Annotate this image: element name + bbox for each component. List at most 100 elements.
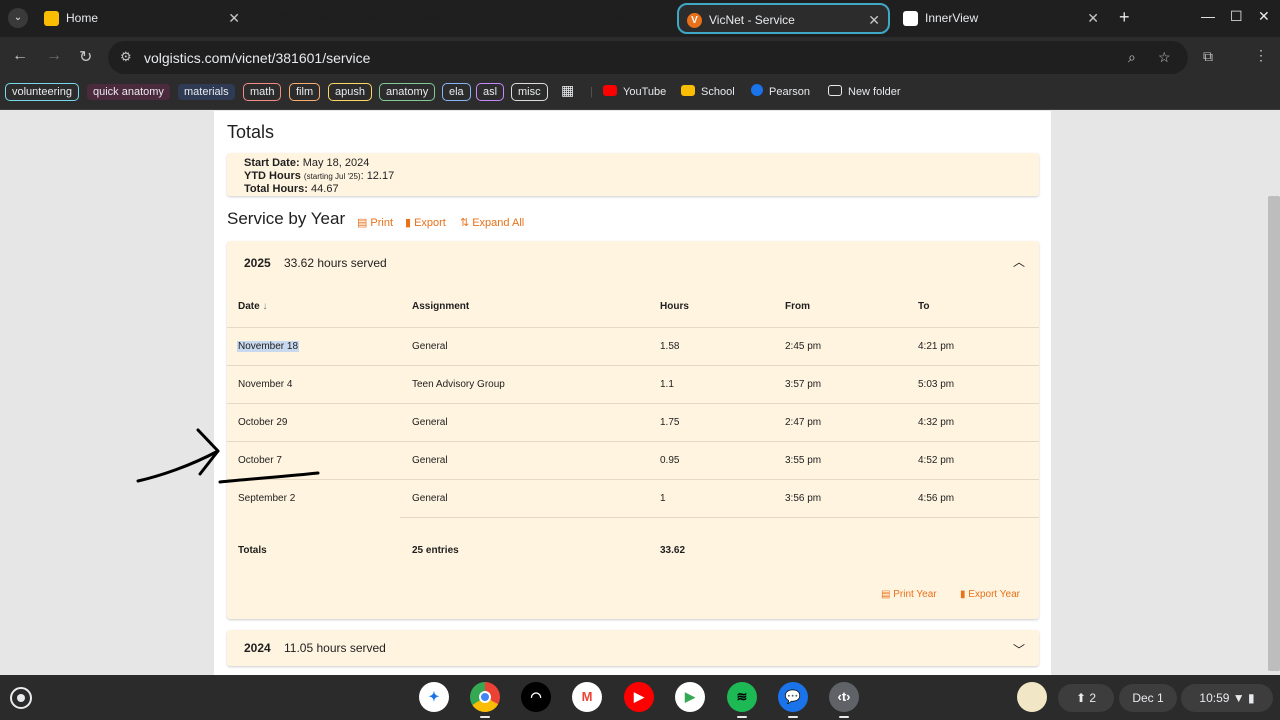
sort-icon: ⇅ (460, 217, 470, 229)
year-panel-2025: 2025 33.62 hours served ︿ Date ↓ Assignm… (227, 241, 1039, 619)
tab-group-label: asl (516, 12, 531, 24)
column-header-date[interactable]: Date ↓ (238, 301, 267, 312)
menu-icon[interactable]: ⋮ (1254, 47, 1268, 64)
ytd-note: (starting Jul '25) (303, 172, 361, 181)
table-cell-from: 2:47 pm (785, 417, 822, 428)
bookmark-pearson[interactable]: Pearson (751, 84, 810, 102)
extensions-icon[interactable]: ⧉ (1203, 48, 1213, 65)
totals-heading: Totals (227, 122, 275, 142)
bookmark-folder-anatomy[interactable]: anatomy (379, 83, 436, 101)
maximize-icon[interactable]: ☐ (1230, 8, 1243, 25)
terminal-icon[interactable]: ‹t› (829, 682, 859, 712)
table-cell-from: 3:56 pm (785, 493, 822, 504)
chevron-up-icon[interactable]: ︿ (1013, 253, 1025, 270)
youtube-icon[interactable]: ▶ (624, 682, 654, 712)
classroom-icon (44, 11, 59, 26)
page-viewport: Totals Start Date: May 18, 2024 YTD Hour… (0, 111, 1280, 675)
reload-icon[interactable]: ↻ (79, 47, 92, 67)
date-pill[interactable]: Dec 1 (1119, 684, 1177, 712)
bookmark-folder-ela[interactable]: ela (442, 83, 471, 101)
expand-all-link[interactable]: ⇅ Expand All (460, 216, 524, 229)
site-info-icon[interactable]: ⚙ (120, 49, 132, 65)
close-icon[interactable]: ✕ (1087, 3, 1099, 34)
table-cell-to: 4:52 pm (918, 455, 955, 466)
tab-group-anatomy[interactable]: anatomy (405, 8, 459, 28)
tab-innerview[interactable]: InnerView ✕ (895, 3, 1107, 34)
launcher-icon[interactable] (10, 687, 32, 709)
tab-vicnet-service[interactable]: V VicNet - Service ✕ (677, 3, 890, 34)
bookmark-folder-misc[interactable]: misc (511, 83, 548, 101)
column-header-assignment[interactable]: Assignment (412, 301, 469, 312)
close-icon[interactable]: ✕ (228, 3, 240, 34)
spotify-icon[interactable]: ≋ (727, 682, 757, 712)
bookmark-folder-materials[interactable]: materials (177, 83, 236, 101)
bookmark-youtube[interactable]: YouTube (603, 84, 666, 102)
print-label: Print (370, 217, 394, 229)
app-running-indicator (788, 716, 798, 718)
back-icon[interactable]: ← (12, 47, 28, 65)
chrome-icon[interactable] (470, 682, 500, 712)
tab-group-film[interactable]: film (308, 8, 337, 28)
tab-group-misc[interactable]: misc (549, 8, 584, 28)
tab-group-ela[interactable]: ela (472, 8, 499, 28)
pearson-icon (751, 84, 763, 96)
table-cell-to: 4:32 pm (918, 417, 955, 428)
forward-icon[interactable]: → (46, 47, 62, 65)
status-area[interactable]: 10:59 ▼ ▮ (1181, 684, 1273, 712)
address-bar[interactable]: ⚙ volgistics.com/vicnet/381601/service ⌕… (108, 41, 1188, 74)
export-year-label: Export Year (968, 589, 1020, 600)
arrow-down-icon: ↓ (262, 301, 268, 312)
export-year-link[interactable]: ▮ Export Year (960, 589, 1020, 600)
column-header-hours[interactable]: Hours (660, 301, 689, 312)
zoom-icon[interactable]: ⌕ (1128, 49, 1136, 66)
print-year-link[interactable]: ▤ Print Year (881, 589, 937, 600)
apps-grid-icon[interactable]: ▦ (561, 82, 574, 100)
print-link[interactable]: ▤ Print (357, 216, 393, 229)
tab-home[interactable]: Home ✕ (36, 3, 248, 34)
gmail-icon[interactable]: M (572, 682, 602, 712)
bookmark-folder-volunteering[interactable]: volunteering (5, 83, 79, 101)
row-divider (227, 479, 1039, 480)
column-header-to[interactable]: To (918, 301, 929, 312)
tab-group-asl[interactable]: asl (510, 8, 536, 28)
tab-group-math[interactable]: math (259, 8, 295, 28)
close-window-icon[interactable]: ✕ (1258, 8, 1270, 25)
play-store-icon[interactable]: ▶ (675, 682, 705, 712)
bookmark-folder-asl[interactable]: asl (476, 83, 505, 101)
row-divider (227, 327, 1039, 328)
audible-icon[interactable]: ◠ (521, 682, 551, 712)
avatar[interactable] (1017, 682, 1047, 712)
table-cell-assignment: General (412, 455, 448, 466)
minimize-icon[interactable]: — (1201, 8, 1215, 24)
start-date-line: Start Date: May 18, 2024 (244, 157, 1039, 170)
chevron-down-icon[interactable]: ﹀ (1013, 641, 1025, 658)
bookmark-folder-quick-anatomy[interactable]: quick anatomy (86, 83, 171, 101)
year-label[interactable]: 2024 (244, 641, 271, 655)
bookmark-school[interactable]: School (681, 84, 735, 102)
start-date-value: May 18, 2024 (302, 157, 370, 169)
close-icon[interactable]: ✕ (868, 5, 880, 36)
year-panel-2024[interactable]: 2024 11.05 hours served ﹀ (227, 630, 1039, 666)
page-scrollbar[interactable] (1268, 196, 1280, 671)
new-tab-button[interactable]: + (1119, 7, 1130, 28)
column-header-from[interactable]: From (785, 301, 810, 312)
export-link[interactable]: ▮ Export (405, 216, 446, 229)
url-text[interactable]: volgistics.com/vicnet/381601/service (144, 50, 370, 66)
bookmark-folder-film[interactable]: film (289, 83, 321, 101)
bookmark-folder-apush[interactable]: apush (328, 83, 372, 101)
tab-group-volunteering[interactable]: volunteering (597, 8, 669, 28)
bookmark-folder-math[interactable]: math (243, 83, 282, 101)
tab-group-apush[interactable]: apush (351, 8, 393, 28)
messages-icon[interactable]: 💬 (778, 682, 808, 712)
ytd-label: YTD Hours (244, 170, 301, 182)
classroom-icon (681, 85, 695, 96)
bookmark-star-icon[interactable]: ☆ (1158, 49, 1171, 66)
tab-active-label: VicNet - Service (709, 13, 795, 27)
totals-card: Start Date: May 18, 2024 YTD Hours (star… (227, 153, 1039, 196)
tab-search-button[interactable]: ⌄ (8, 8, 28, 28)
bookmark-new-folder[interactable]: New folder (828, 84, 901, 102)
gemini-icon[interactable]: ✦ (419, 682, 449, 712)
year-label[interactable]: 2025 (244, 256, 271, 270)
notification-tray[interactable]: ⬆ 2 (1058, 684, 1114, 712)
tab-group-label: misc (555, 12, 578, 24)
